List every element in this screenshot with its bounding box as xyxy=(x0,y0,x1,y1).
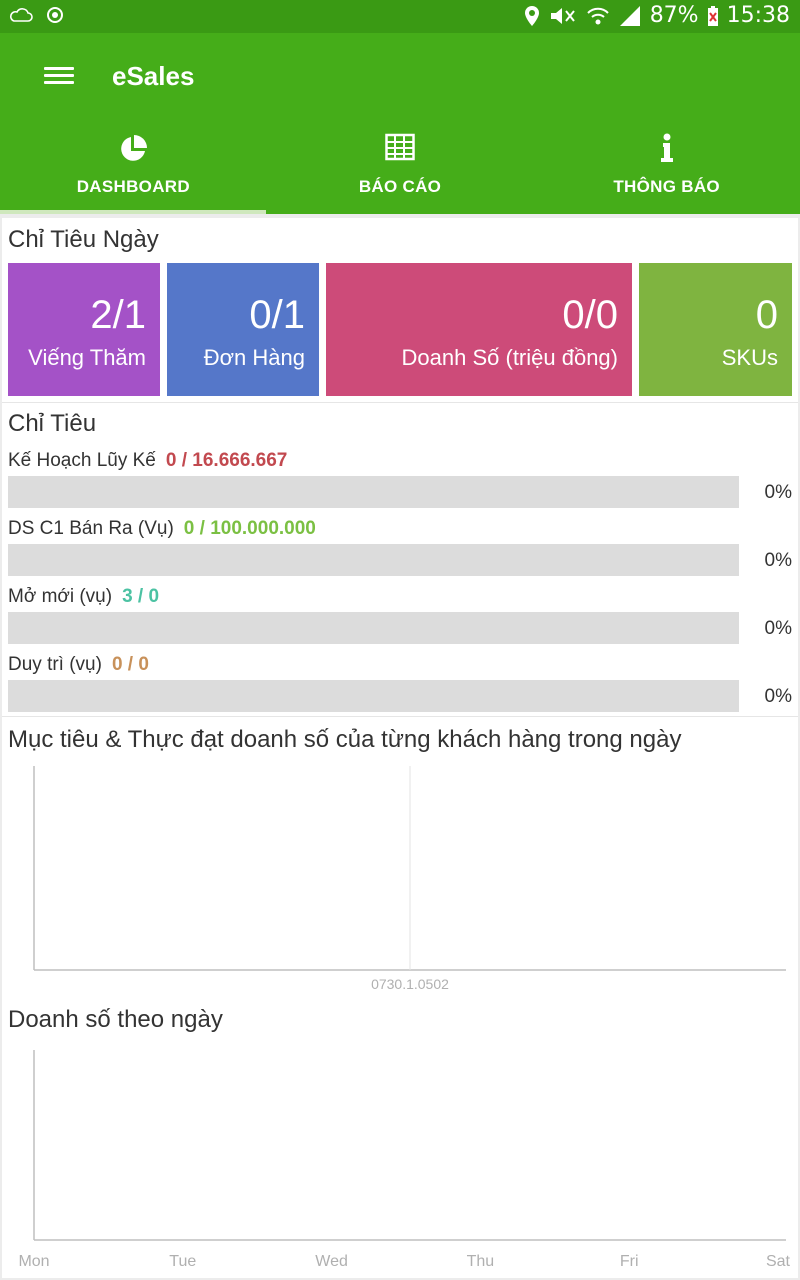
x-tick-label: Sat xyxy=(766,1253,791,1270)
active-tab-indicator xyxy=(0,210,266,214)
x-tick-label: Fri xyxy=(620,1253,639,1270)
card-value: 2/1 xyxy=(90,293,146,337)
kpi-cumulative-plan: Kế Hoạch Lũy Kế 0 / 16.666.667 xyxy=(8,450,287,472)
x-tick-label: 0730.1.0502 xyxy=(371,976,449,992)
tab-label: BÁO CÁO xyxy=(358,177,442,196)
kpi-value: 3 / 0 xyxy=(122,586,160,607)
kpi-c1-sales: DS C1 Bán Ra (Vụ) 0 / 100.000.000 xyxy=(8,518,316,540)
card-revenue[interactable]: 0/0 Doanh Số (triệu đồng) xyxy=(326,263,632,396)
signal-icon xyxy=(619,5,640,26)
progress-bar xyxy=(8,544,739,576)
x-tick-label: Tue xyxy=(169,1253,196,1270)
x-tick-label: Mon xyxy=(18,1253,49,1270)
customer-sales-chart-title: Mục tiêu & Thực đạt doanh số của từng kh… xyxy=(8,726,682,753)
card-label: Đơn Hàng xyxy=(203,345,305,370)
vibrate-mute-icon xyxy=(550,7,575,24)
location-icon xyxy=(524,5,539,26)
card-visits[interactable]: 2/1 Viếng Thăm xyxy=(8,263,160,396)
progress-bar xyxy=(8,612,739,644)
tab-bar: DASHBOARD BÁO CÁO THÔNG BÁO xyxy=(0,129,800,214)
card-value: 0/0 xyxy=(562,293,618,337)
battery-percent: 87% xyxy=(649,3,699,28)
tab-reports[interactable]: BÁO CÁO xyxy=(267,129,534,214)
kpi-value: 0 / 100.000.000 xyxy=(183,518,316,539)
customer-sales-chart[interactable]: 0730.1.0502 xyxy=(2,758,798,998)
kpi-maintained: Duy trì (vụ) 0 / 0 xyxy=(8,654,149,676)
card-value: 0 xyxy=(755,293,778,337)
daily-sales-chart-title: Doanh số theo ngày xyxy=(8,1006,223,1033)
app-title: eSales xyxy=(112,61,195,91)
wifi-icon xyxy=(586,7,609,24)
progress-percent: 0% xyxy=(764,686,792,707)
kpi-label: Mở mới (vụ) xyxy=(8,586,113,607)
card-orders[interactable]: 0/1 Đơn Hàng xyxy=(167,263,319,396)
progress-percent: 0% xyxy=(764,618,792,639)
tab-notifications[interactable]: THÔNG BÁO xyxy=(533,129,800,214)
daily-sales-chart[interactable]: Mon Tue Wed Thu Fri Sat xyxy=(2,1046,798,1278)
kpi-label: Duy trì (vụ) xyxy=(8,654,102,675)
progress-bar xyxy=(8,476,739,508)
tab-label: THÔNG BÁO xyxy=(613,177,720,196)
kpi-label: Kế Hoạch Lũy Kế xyxy=(8,450,156,471)
kpi-new-opened: Mở mới (vụ) 3 / 0 xyxy=(8,586,159,608)
card-label: Viếng Thăm xyxy=(28,345,146,370)
card-skus[interactable]: 0 SKUs xyxy=(639,263,792,396)
pie-chart-icon xyxy=(121,135,148,161)
progress-percent: 0% xyxy=(764,482,792,503)
kpi-label: DS C1 Bán Ra (Vụ) xyxy=(8,518,174,539)
progress-bar xyxy=(8,680,739,712)
table-icon xyxy=(385,133,415,161)
tab-label: DASHBOARD xyxy=(76,177,190,196)
card-value: 0/1 xyxy=(249,293,305,337)
kpi-value: 0 / 16.666.667 xyxy=(165,450,288,471)
app-bar: eSales DASHBOARD BÁO CÁO THÔNG BÁO xyxy=(0,33,800,214)
clock: 15:38 xyxy=(726,3,790,28)
battery-icon xyxy=(707,5,718,26)
info-icon xyxy=(660,133,673,162)
cloud-icon xyxy=(10,8,33,22)
status-bar-notifications xyxy=(8,6,64,24)
sync-icon xyxy=(47,7,63,23)
tab-dashboard[interactable]: DASHBOARD xyxy=(0,129,267,214)
divider xyxy=(2,716,798,717)
dashboard-content[interactable]: Chỉ Tiêu Ngày 2/1 Viếng Thăm 0/1 Đơn Hàn… xyxy=(2,218,798,1278)
divider xyxy=(2,402,798,403)
status-bar: 87% 15:38 xyxy=(0,0,800,33)
kpi-value: 0 / 0 xyxy=(111,654,149,675)
card-label: SKUs xyxy=(721,345,778,370)
hamburger-menu-icon[interactable] xyxy=(44,63,74,91)
daily-targets-title: Chỉ Tiêu Ngày xyxy=(8,226,159,253)
progress-percent: 0% xyxy=(764,550,792,571)
targets-title: Chỉ Tiêu xyxy=(8,410,97,437)
x-tick-label: Thu xyxy=(467,1253,495,1270)
card-label: Doanh Số (triệu đồng) xyxy=(401,345,618,370)
status-bar-system: 87% 15:38 xyxy=(524,3,790,28)
x-tick-label: Wed xyxy=(315,1253,348,1270)
